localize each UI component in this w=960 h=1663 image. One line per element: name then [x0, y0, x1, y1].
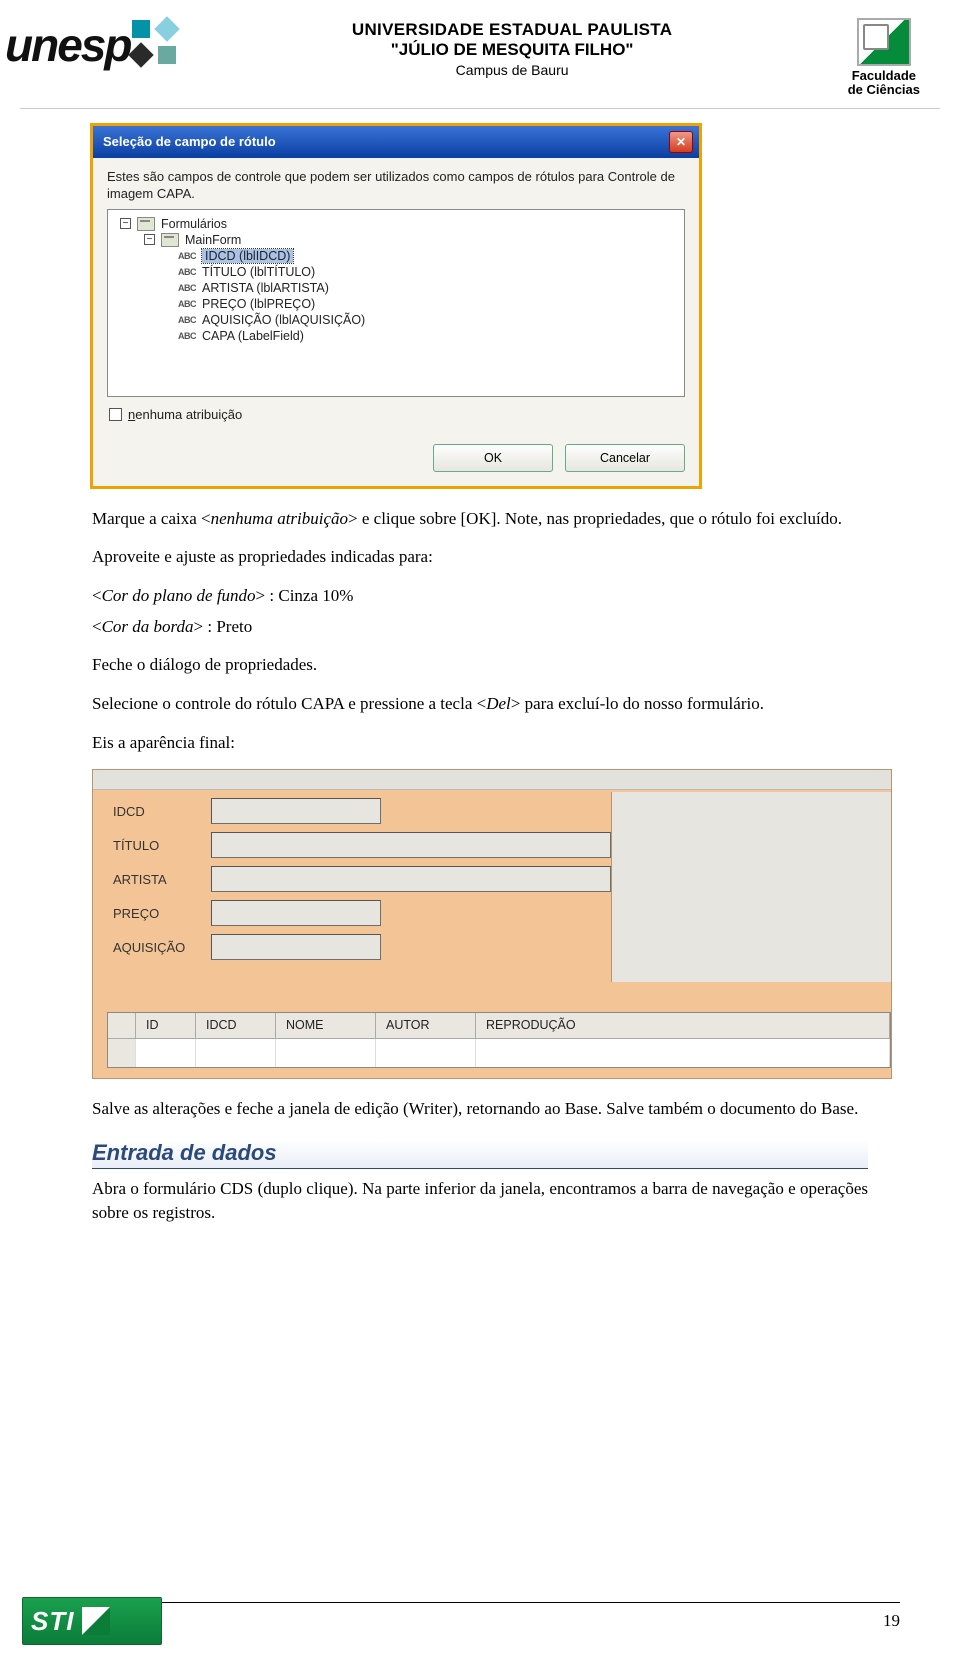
- field-input[interactable]: [211, 934, 381, 960]
- field-tree[interactable]: − Formulários − MainForm ABC IDCD (lblID…: [107, 209, 685, 397]
- grid-header[interactable]: IDCD: [196, 1013, 276, 1038]
- header-title-block: UNIVERSIDADE ESTADUAL PAULISTA "JÚLIO DE…: [188, 18, 835, 78]
- field-input[interactable]: [211, 798, 381, 824]
- section-heading: Entrada de dados: [92, 1140, 868, 1169]
- form-icon: [161, 233, 179, 247]
- ok-button[interactable]: OK: [433, 444, 553, 472]
- field-label: ARTISTA: [113, 872, 203, 887]
- tree-field[interactable]: ABC TÍTULO (lblTÍTULO): [116, 264, 678, 280]
- sti-logo: STI: [22, 1597, 162, 1645]
- collapse-icon[interactable]: −: [144, 234, 155, 245]
- abc-icon: ABC: [178, 315, 196, 325]
- tree-field[interactable]: ABC AQUISIÇÃO (lblAQUISIÇÃO): [116, 312, 678, 328]
- abc-icon: ABC: [178, 299, 196, 309]
- paragraph: Eis a aparência final:: [92, 731, 868, 756]
- header-divider: [20, 108, 940, 109]
- field-label: TÍTULO: [113, 838, 203, 853]
- paragraph: Feche o diálogo de propriedades.: [92, 653, 868, 678]
- tree-root[interactable]: − Formulários: [116, 216, 678, 232]
- unesp-logo: unesp: [5, 18, 176, 72]
- page-header: unesp UNIVERSIDADE ESTADUAL PAULISTA "JÚ…: [0, 0, 960, 104]
- paragraph: Selecione o controle do rótulo CAPA e pr…: [92, 692, 868, 717]
- tree-field[interactable]: ABC ARTISTA (lblARTISTA): [116, 280, 678, 296]
- tree-field-label: TÍTULO (lblTÍTULO): [202, 265, 315, 279]
- paragraph: <Cor do plano de fundo> : Cinza 10%: [92, 584, 868, 609]
- label-field-dialog: Seleção de campo de rótulo ✕ Estes são c…: [90, 123, 702, 489]
- tree-form-label: MainForm: [185, 233, 241, 247]
- faculty-icon: [857, 18, 911, 66]
- paragraph: Aproveite e ajuste as propriedades indic…: [92, 545, 868, 570]
- cancel-button[interactable]: Cancelar: [565, 444, 685, 472]
- checkbox-icon[interactable]: [109, 408, 122, 421]
- form-icon: [137, 217, 155, 231]
- grid-body[interactable]: [108, 1039, 890, 1067]
- tree-field-label: CAPA (LabelField): [202, 329, 304, 343]
- tree-field[interactable]: ABC PREÇO (lblPREÇO): [116, 296, 678, 312]
- tree-field-label: IDCD (lblIDCD): [202, 249, 293, 263]
- grid-header[interactable]: NOME: [276, 1013, 376, 1038]
- tree-field-label: AQUISIÇÃO (lblAQUISIÇÃO): [202, 313, 365, 327]
- field-input[interactable]: [211, 900, 381, 926]
- grid-header[interactable]: REPRODUÇÃO: [476, 1013, 890, 1038]
- faculty-logo: Faculdade de Ciências: [848, 18, 920, 98]
- university-subtitle: "JÚLIO DE MESQUITA FILHO": [188, 40, 835, 60]
- dialog-message: Estes são campos de controle que podem s…: [107, 168, 685, 203]
- grid-header-row: ID IDCD NOME AUTOR REPRODUÇÃO: [108, 1013, 890, 1039]
- field-label: PREÇO: [113, 906, 203, 921]
- abc-icon: ABC: [178, 283, 196, 293]
- close-icon[interactable]: ✕: [669, 131, 693, 153]
- collapse-icon[interactable]: −: [120, 218, 131, 229]
- university-name: UNIVERSIDADE ESTADUAL PAULISTA: [188, 20, 835, 40]
- sti-icon: [82, 1607, 110, 1635]
- field-label: AQUISIÇÃO: [113, 940, 203, 955]
- no-assignment-row[interactable]: nenhuma atribuição: [109, 407, 683, 422]
- abc-icon: ABC: [178, 251, 196, 261]
- field-input[interactable]: [211, 866, 611, 892]
- tree-form[interactable]: − MainForm: [116, 232, 678, 248]
- abc-icon: ABC: [178, 331, 196, 341]
- field-label: IDCD: [113, 804, 203, 819]
- dialog-titlebar[interactable]: Seleção de campo de rótulo ✕: [93, 126, 699, 158]
- paragraph: Salve as alterações e feche a janela de …: [92, 1097, 868, 1122]
- campus-name: Campus de Bauru: [188, 62, 835, 78]
- subform-grid[interactable]: ID IDCD NOME AUTOR REPRODUÇÃO: [107, 1012, 891, 1068]
- paragraph: Marque a caixa <nenhuma atribuição> e cl…: [92, 507, 868, 532]
- tree-field-label: PREÇO (lblPREÇO): [202, 297, 315, 311]
- tree-field-label: ARTISTA (lblARTISTA): [202, 281, 329, 295]
- grid-corner: [108, 1013, 136, 1038]
- abc-icon: ABC: [178, 267, 196, 277]
- dialog-title: Seleção de campo de rótulo: [103, 134, 276, 149]
- faculty-line1: Faculdade: [848, 69, 920, 83]
- paragraph: Abra o formulário CDS (duplo clique). Na…: [92, 1177, 868, 1226]
- form-ruler: [93, 770, 891, 790]
- image-placeholder: [611, 792, 891, 982]
- tree-field[interactable]: ABC CAPA (LabelField): [116, 328, 678, 344]
- page-footer: STI 19: [0, 1597, 960, 1645]
- paragraph: <Cor da borda> : Preto: [92, 615, 868, 640]
- tree-field[interactable]: ABC IDCD (lblIDCD): [116, 248, 678, 264]
- tree-root-label: Formulários: [161, 217, 227, 231]
- faculty-line2: de Ciências: [848, 83, 920, 97]
- grid-header[interactable]: ID: [136, 1013, 196, 1038]
- page-number: 19: [883, 1611, 900, 1631]
- no-assignment-label: nenhuma atribuição: [128, 407, 242, 422]
- unesp-icon: [132, 20, 176, 64]
- grid-header[interactable]: AUTOR: [376, 1013, 476, 1038]
- form-preview: IDCD TÍTULO ARTISTA PREÇO AQUISIÇÃO ID I…: [92, 769, 892, 1079]
- field-input[interactable]: [211, 832, 611, 858]
- sti-label: STI: [31, 1606, 74, 1637]
- unesp-wordmark: unesp: [5, 18, 130, 72]
